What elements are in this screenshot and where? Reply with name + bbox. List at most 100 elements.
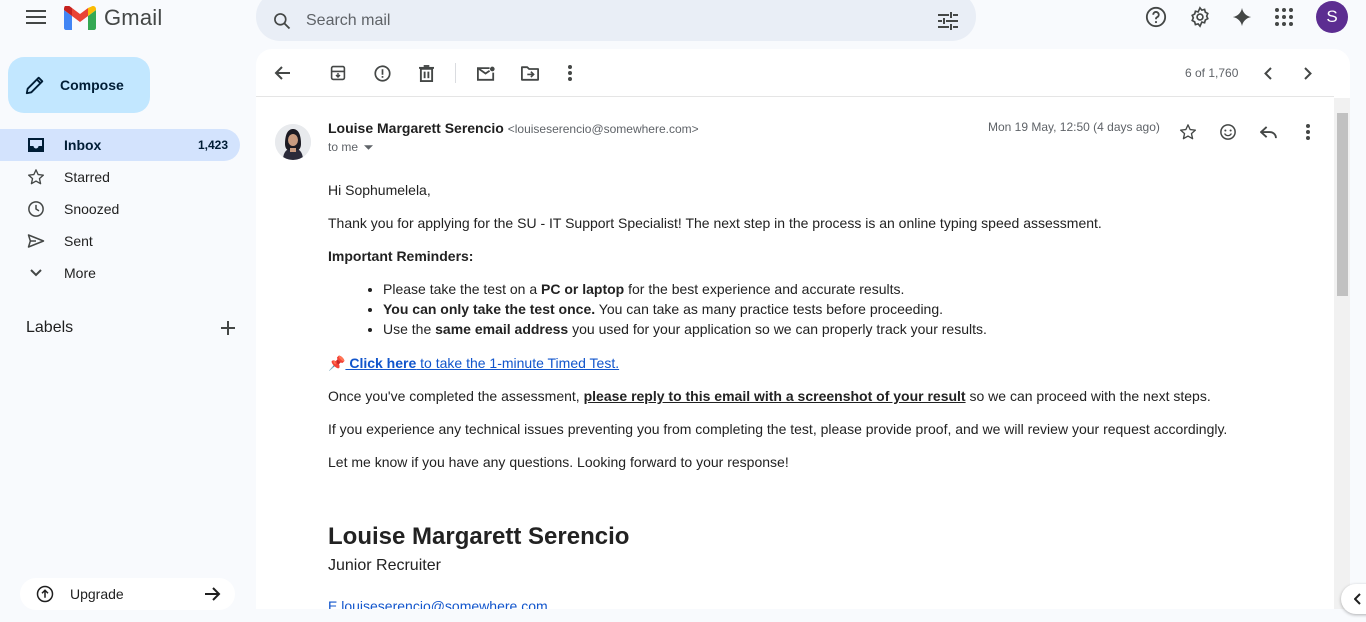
arrow-right-icon [203,584,223,604]
caret-down-icon [364,144,374,150]
arrow-left-icon [274,66,290,80]
reminder-1-end: for the best experience and accurate res… [624,281,905,297]
apps-grid-icon [1275,8,1293,26]
sender-email: <louiseserencio@somewhere.com> [507,122,699,136]
emoji-icon [1220,124,1236,140]
report-icon [373,64,391,82]
pencil-icon [25,76,44,95]
link-text: to take the 1-minute Timed Test. [416,355,620,371]
sparkle-icon [1232,7,1252,27]
sender-name[interactable]: Louise Margarett Serencio [328,120,504,136]
newer-button[interactable] [1252,57,1284,89]
plus-icon [221,321,235,335]
gemini-button[interactable] [1225,0,1259,34]
reply-button[interactable] [1252,116,1284,148]
reply-instruction: Once you've completed the assessment, pl… [328,386,1318,406]
message-pane: 6 of 1,760 Louise Margarett Serencio <lo… [256,49,1350,609]
side-panel-toggle[interactable] [1341,584,1366,614]
labels-title: Labels [26,319,74,336]
move-to-button[interactable] [514,57,546,89]
chevron-left-icon [1353,593,1361,605]
trash-icon [418,64,434,82]
main-menu-button[interactable] [16,0,56,34]
sender-avatar[interactable] [275,124,311,160]
reminder-3-end: you used for your application so we can … [568,321,987,337]
gmail-m-icon [64,6,96,30]
search-input[interactable] [306,11,926,30]
search-options-button[interactable] [926,1,970,41]
reminder-1-text: Please take the test on a [383,281,541,297]
sidebar-item-more[interactable]: More [0,257,240,289]
star-message-button[interactable] [1172,116,1204,148]
inbox-icon [26,135,46,155]
sidebar-item-label: Inbox [64,137,102,153]
pin-icon: 📌 [328,355,346,371]
message-date: Mon 19 May, 12:50 (4 days ago) [988,120,1160,134]
more-actions-button[interactable] [554,57,586,89]
reply-instruction-start: Once you've completed the assessment, [328,388,584,404]
help-icon [1145,6,1167,28]
gear-icon [1191,6,1209,28]
upgrade-label: Upgrade [70,586,124,602]
account-avatar[interactable]: S [1316,1,1348,33]
archive-button[interactable] [322,57,354,89]
tune-icon [938,11,958,30]
sidebar-item-starred[interactable]: Starred [0,161,240,193]
message-body: Hi Sophumelela, Thank you for applying f… [328,180,1318,609]
recipient-text: to me [328,140,359,154]
search-button[interactable] [258,1,306,41]
back-to-inbox-button[interactable] [266,57,298,89]
reminder-3-bold: same email address [435,321,569,337]
create-label-button[interactable] [216,316,240,340]
add-reaction-button[interactable] [1212,116,1244,148]
google-apps-button[interactable] [1267,0,1301,34]
archive-icon [330,65,346,81]
toolbar-divider [455,63,456,83]
issues-paragraph: If you experience any technical issues p… [328,421,1228,437]
gmail-logo[interactable]: Gmail [64,4,162,32]
upgrade-button[interactable]: Upgrade [20,578,235,610]
link-bold-text: Click here [345,355,417,371]
recipient-details-toggle[interactable]: to me [328,140,374,154]
chevron-down-icon [26,263,46,283]
scrollbar-thumb[interactable] [1337,113,1348,296]
signature-title: Junior Recruiter [328,557,441,574]
upgrade-icon [36,585,54,603]
mark-unread-button[interactable] [470,57,502,89]
closing-paragraph: Let me know if you have any questions. L… [328,454,789,470]
timed-test-link[interactable]: Click here to take the 1-minute Timed Te… [345,355,619,371]
message-toolbar: 6 of 1,760 [256,49,1334,97]
search-bar [256,0,976,41]
reminder-2-text: You can take as many practice tests befo… [595,301,944,317]
more-vertical-icon [568,65,572,81]
gmail-logo-text: Gmail [104,5,163,30]
support-button[interactable] [1139,0,1173,34]
avatar-initial: S [1326,7,1338,26]
sidebar-item-label: Sent [64,233,93,249]
list-item: Please take the test on a PC or laptop f… [383,279,1318,299]
reminders-list: Please take the test on a PC or laptop f… [383,279,1318,339]
compose-button[interactable]: Compose [8,57,150,113]
older-button[interactable] [1292,57,1324,89]
reminder-1-bold: PC or laptop [541,281,625,297]
settings-button[interactable] [1183,0,1217,34]
sidebar-item-sent[interactable]: Sent [0,225,240,257]
delete-button[interactable] [410,57,442,89]
labels-header: Labels [26,316,240,340]
signature-name: Louise Margarett Serencio [328,523,630,550]
sidebar-item-snoozed[interactable]: Snoozed [0,193,240,225]
clock-icon [26,199,46,219]
report-spam-button[interactable] [366,57,398,89]
sidebar-nav: Inbox 1,423 Starred Snoozed Sent More [0,129,256,289]
list-item: Use the same email address you used for … [383,319,1318,339]
send-icon [26,231,46,251]
chevron-left-icon [1264,66,1272,80]
list-item: You can only take the test once. You can… [383,299,1318,319]
star-icon [26,167,46,187]
pagination-text: 6 of 1,760 [1185,66,1239,80]
reminder-3-text: Use the [383,321,436,337]
sidebar-item-inbox[interactable]: Inbox 1,423 [0,129,240,161]
compose-label: Compose [60,77,124,93]
message-more-button[interactable] [1292,116,1324,148]
signature-email[interactable]: E louiseserencio@somewhere.com [328,596,1318,609]
